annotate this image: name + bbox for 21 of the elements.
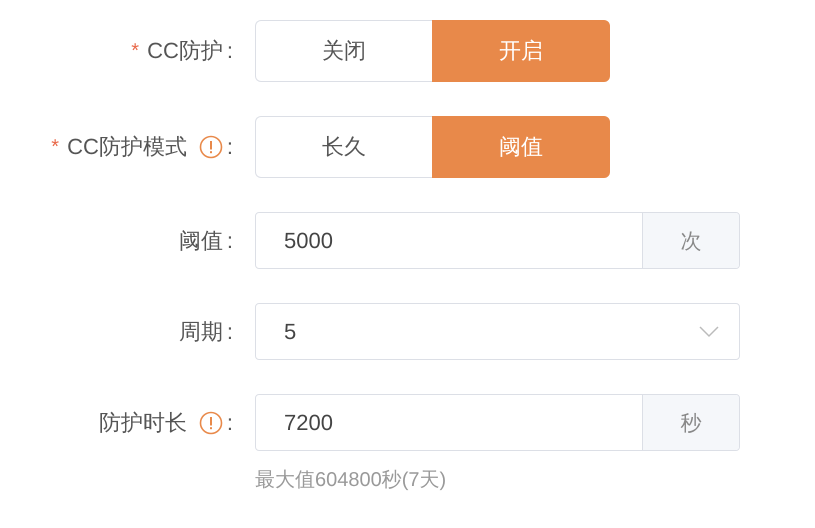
toggle-option[interactable]: 关闭	[255, 20, 432, 82]
field-label: 阈值	[178, 226, 223, 254]
label-colon: :	[226, 38, 233, 64]
toggle-option[interactable]: 长久	[255, 116, 432, 178]
label-colon: :	[226, 228, 233, 254]
field-label: 防护时长	[98, 408, 187, 436]
unit-suffix: 秒	[642, 395, 739, 450]
hint-text: 最大值604800秒(7天)	[255, 468, 448, 493]
unit-suffix: 次	[642, 213, 739, 268]
input-field[interactable]: 7200 秒	[255, 394, 740, 451]
required-asterisk: *	[51, 136, 60, 158]
label-colon: :	[226, 134, 233, 160]
required-asterisk: *	[131, 40, 140, 62]
input-field[interactable]: 5000 次	[255, 212, 740, 269]
select-field[interactable]: 5	[255, 303, 740, 360]
label-colon: :	[226, 410, 233, 436]
field-label: 周期	[178, 318, 223, 346]
field-label: CC防护模式	[67, 133, 187, 161]
field-label: CC防护	[147, 37, 223, 65]
chevron-down-icon	[699, 326, 719, 338]
label-colon: :	[226, 318, 233, 344]
